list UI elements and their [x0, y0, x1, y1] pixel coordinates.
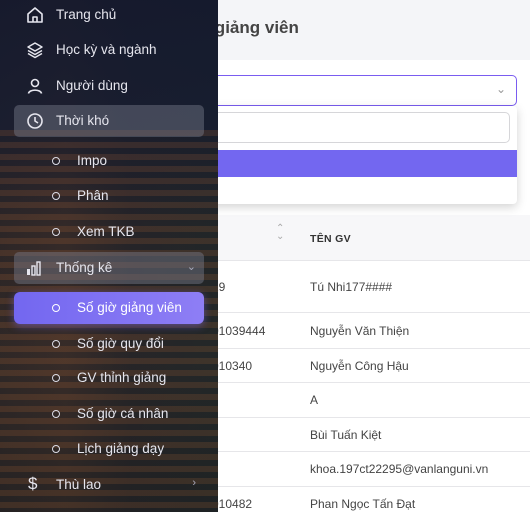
home-icon: [26, 6, 44, 24]
sidebar-subitem-personal-hours[interactable]: Số giờ cá nhân: [14, 398, 204, 430]
chevron-down-icon: ⌄: [495, 82, 506, 96]
sidebar-item-label: Số giờ cá nhân: [77, 406, 169, 421]
sidebar-item-label: Số giờ giảng viên: [77, 300, 182, 315]
sidebar-item-label: GV thỉnh giảng: [77, 370, 167, 385]
table-row[interactable]: 01039444 Nguyễn Văn Thiện: [198, 313, 530, 349]
circle-icon: [52, 410, 60, 418]
table-row[interactable]: 010482 Phan Ngọc Tấn Đạt: [198, 487, 530, 512]
circle-icon: [52, 192, 60, 200]
circle-icon: [52, 304, 60, 312]
cell-code: 01039444: [212, 323, 266, 338]
sidebar: Trang chủ Học kỳ và ngành Người dùng Thờ…: [0, 0, 218, 512]
sort-icon[interactable]: ⌃ ⌄: [276, 224, 284, 242]
sidebar-item-label: Thống kê: [56, 260, 113, 275]
circle-icon: [52, 157, 60, 165]
dollar-icon: $: [28, 474, 38, 493]
sidebar-item-label: Thời khó: [56, 113, 110, 128]
sidebar-item-label: Impo: [77, 153, 108, 168]
lecturer-hours-table: ⌃ ⌄ TÊN GV 29 Tú Nhi177#### 01039444 Nguy…: [198, 215, 530, 512]
sidebar-item-terms-majors[interactable]: Học kỳ và ngành: [14, 34, 204, 66]
cell-name: Tú Nhi177####: [310, 279, 393, 294]
cell-name: Bùi Tuấn Kiệt: [310, 427, 382, 442]
bar-chart-icon: [26, 259, 44, 277]
sidebar-item-home[interactable]: Trang chủ: [14, 0, 204, 31]
sidebar-subitem-import[interactable]: Impo: [14, 145, 204, 177]
sidebar-item-label: Lịch giảng dạy: [77, 441, 165, 456]
sidebar-item-timetable[interactable]: Thời khó: [14, 105, 204, 137]
sidebar-item-label: Phân: [77, 188, 109, 203]
circle-icon: [52, 445, 60, 453]
sidebar-subitem-view-timetable[interactable]: Xem TKB: [14, 216, 204, 248]
table-row[interactable]: khoa.197ct22295@vanlanguni.vn: [198, 452, 530, 487]
sidebar-subitem-visiting-lecturers[interactable]: GV thỉnh giảng: [14, 362, 204, 394]
sidebar-subitem-assign[interactable]: Phân: [14, 180, 204, 212]
sidebar-item-statistics[interactable]: Thống kê ⌄: [14, 252, 204, 284]
sidebar-subitem-teaching-schedule[interactable]: Lịch giảng dạy: [14, 433, 204, 465]
cell-name: Nguyễn Văn Thiện: [310, 323, 410, 338]
cell-name: A: [310, 393, 319, 407]
sidebar-item-remuneration[interactable]: $ Thù lao ›: [14, 469, 204, 501]
clock-icon: [26, 112, 44, 130]
sidebar-item-label: Xem TKB: [77, 224, 135, 239]
table-header: ⌃ ⌄ TÊN GV: [198, 215, 530, 261]
cell-code: 010482: [212, 497, 253, 511]
sidebar-item-label: Trang chủ: [56, 7, 117, 22]
sidebar-item-label: Thù lao: [56, 477, 102, 492]
table-row[interactable]: A: [198, 383, 530, 418]
circle-icon: [52, 340, 60, 348]
user-icon: [26, 77, 44, 95]
column-header-name[interactable]: TÊN GV: [310, 233, 351, 245]
cell-name: Phan Ngọc Tấn Đạt: [310, 497, 416, 511]
cell-name: Nguyễn Công Hậu: [310, 358, 409, 373]
sidebar-item-label: Học kỳ và ngành: [56, 42, 157, 57]
table-row[interactable]: 010340 Nguyễn Công Hậu: [198, 349, 530, 383]
sidebar-subitem-converted-hours[interactable]: Số giờ quy đổi: [14, 328, 204, 360]
sidebar-item-label: Người dùng: [56, 78, 128, 93]
sidebar-item-users[interactable]: Người dùng: [14, 70, 204, 102]
sidebar-subitem-lecturer-hours[interactable]: Số giờ giảng viên: [14, 292, 204, 324]
circle-icon: [52, 228, 60, 236]
table-row[interactable]: 29 Tú Nhi177####: [198, 261, 530, 313]
cell-code: 010340: [212, 358, 253, 373]
chevron-down-icon: ⌄: [186, 261, 196, 273]
cell-name: khoa.197ct22295@vanlanguni.vn: [310, 462, 489, 476]
layers-icon: [26, 41, 44, 59]
chevron-right-icon: ›: [192, 477, 196, 489]
sidebar-item-label: Số giờ quy đổi: [77, 336, 164, 351]
table-row[interactable]: Bùi Tuấn Kiệt: [198, 418, 530, 452]
circle-icon: [52, 374, 60, 382]
